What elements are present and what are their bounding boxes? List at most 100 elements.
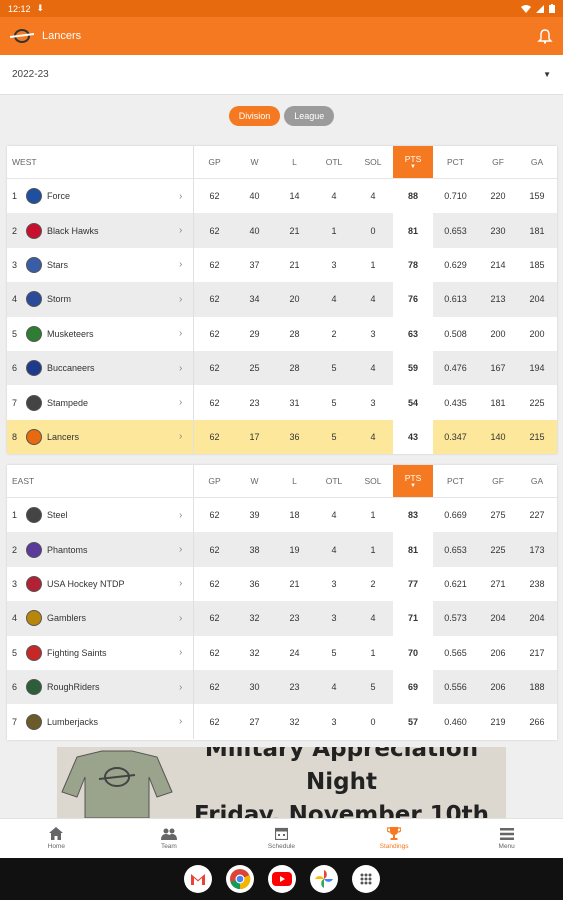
stat-w: 23	[249, 397, 260, 408]
chrome-app-icon[interactable]	[225, 865, 254, 893]
column-header-w[interactable]: W	[235, 146, 274, 178]
column-header-gp[interactable]: GP	[194, 146, 235, 178]
stat-pts: 83	[393, 498, 433, 533]
column-header-gf[interactable]: GF	[478, 146, 518, 178]
table-row[interactable]: 7 Stampede › 62 23 31 5 3 54 0.435 181 225	[7, 385, 557, 420]
stat-pts: 57	[393, 704, 433, 739]
nav-home-label: Home	[47, 843, 65, 850]
nav-standings[interactable]: Standings	[338, 819, 451, 858]
stat-l: 31	[289, 397, 300, 408]
stat-gf: 275	[490, 510, 506, 521]
home-icon	[49, 827, 64, 840]
column-header-gp[interactable]: GP	[194, 465, 235, 497]
column-header-otl[interactable]: OTL	[315, 465, 353, 497]
chevron-right-icon: ›	[179, 431, 183, 443]
table-row[interactable]: 5 Fighting Saints › 62 32 24 5 1 70 0.565 206 217	[7, 635, 557, 670]
promo-banner[interactable]: Military Appreciation Night Friday, Nove…	[57, 747, 506, 818]
column-header-pts[interactable]: PTS ▼	[393, 465, 433, 497]
stat-gp: 62	[209, 225, 220, 236]
stat-gp: 62	[209, 682, 220, 693]
table-row[interactable]: 6 RoughRiders › 62 30 23 4 5 69 0.556 206 188	[7, 669, 557, 705]
stat-gp: 62	[209, 328, 220, 339]
table-row[interactable]: 7 Lumberjacks › 62 27 32 3 0 57 0.460 219 266	[7, 704, 557, 739]
nav-team[interactable]: Team	[113, 819, 226, 858]
stat-gp: 62	[209, 397, 220, 408]
table-row[interactable]: 1 Steel › 62 39 18 4 1 83 0.669 275 227	[7, 498, 557, 533]
stat-gf: 167	[490, 363, 506, 374]
table-row[interactable]: 4 Gamblers › 62 32 23 3 4 71 0.573 204 204	[7, 601, 557, 636]
team-rank: 6	[12, 363, 18, 374]
column-header-gf[interactable]: GF	[478, 465, 518, 497]
season-select[interactable]: 2022-23 ▼	[0, 55, 563, 95]
column-header-otl[interactable]: OTL	[315, 146, 353, 178]
chevron-right-icon: ›	[179, 544, 183, 556]
nav-home[interactable]: Home	[0, 819, 113, 858]
app-drawer-icon[interactable]	[351, 865, 380, 893]
column-header-ga[interactable]: GA	[518, 465, 556, 497]
league-toggle-button[interactable]: League	[284, 106, 335, 126]
nav-schedule[interactable]: Schedule	[225, 819, 338, 858]
table-row[interactable]: 4 Storm › 62 34 20 4 4 76 0.613 213 204	[7, 282, 557, 317]
youtube-app-icon[interactable]	[267, 865, 296, 893]
division-toggle-button[interactable]: Division	[228, 106, 281, 126]
team-logo-icon	[26, 610, 42, 627]
stat-sol: 3	[370, 397, 376, 408]
column-header-pts[interactable]: PTS ▼	[393, 146, 433, 178]
column-header-sol[interactable]: SOL	[353, 465, 393, 497]
stat-gf: 213	[490, 294, 506, 305]
stat-w: 32	[249, 647, 260, 658]
column-header-pct[interactable]: PCT	[433, 465, 478, 497]
stat-gf: 206	[490, 682, 506, 693]
table-row[interactable]: 2 Black Hawks › 62 40 21 1 0 81 0.653 230 181	[7, 213, 557, 248]
stat-pct: 0.629	[444, 259, 467, 270]
menu-icon	[499, 827, 514, 840]
column-header-pct[interactable]: PCT	[433, 146, 478, 178]
stat-ga: 204	[529, 613, 545, 624]
table-row[interactable]: 3 USA Hockey NTDP › 62 36 21 3 2 77 0.621 271 238	[7, 566, 557, 602]
table-row[interactable]: 5 Musketeers › 62 29 28 2 3 63 0.508 200 200	[7, 316, 557, 351]
nav-team-label: Team	[160, 842, 177, 850]
stat-pts: 70	[393, 635, 433, 670]
team-logo-icon	[26, 541, 42, 558]
team-name: Musketeers	[47, 328, 94, 339]
team-rank: 7	[12, 397, 18, 408]
stat-otl: 4	[331, 294, 337, 305]
column-header-w[interactable]: W	[235, 465, 274, 497]
stat-otl: 4	[331, 510, 337, 521]
chevron-right-icon: ›	[179, 328, 183, 340]
gmail-app-icon[interactable]	[183, 865, 212, 893]
stat-otl: 3	[331, 613, 337, 624]
table-row[interactable]: 6 Buccaneers › 62 25 28 5 4 59 0.476 167 194	[7, 350, 557, 386]
stat-sol: 0	[370, 225, 376, 236]
column-header-ga[interactable]: GA	[518, 146, 556, 178]
team-rank: 3	[12, 259, 18, 270]
photos-app-icon[interactable]	[309, 865, 338, 893]
chevron-right-icon: ›	[179, 681, 183, 693]
stat-ga: 266	[529, 716, 545, 727]
battery-icon	[549, 4, 555, 13]
column-header-l[interactable]: L	[274, 465, 315, 497]
table-row[interactable]: 3 Stars › 62 37 21 3 1 78 0.629 214 185	[7, 247, 557, 283]
column-header-sol[interactable]: SOL	[353, 146, 393, 178]
table-row[interactable]: 2 Phantoms › 62 38 19 4 1 81 0.653 225 173	[7, 532, 557, 567]
stat-ga: 185	[529, 259, 545, 270]
stat-pct: 0.476	[444, 363, 467, 374]
chevron-right-icon: ›	[179, 259, 183, 271]
stat-l: 23	[289, 613, 300, 624]
stat-gp: 62	[209, 578, 220, 589]
stat-gf: 140	[490, 431, 506, 442]
stat-pts: 71	[393, 601, 433, 636]
table-row[interactable]: 8 Lancers › 62 17 36 5 4 43 0.347 140 215	[7, 419, 557, 455]
sort-down-icon: ▼	[410, 483, 416, 489]
column-header-l[interactable]: L	[274, 146, 315, 178]
nav-menu[interactable]: Menu	[450, 819, 563, 858]
stat-l: 21	[289, 225, 300, 236]
team-rank: 3	[12, 578, 18, 589]
stat-l: 14	[289, 191, 300, 202]
table-row[interactable]: 1 Force › 62 40 14 4 4 88 0.710 220 159	[7, 179, 557, 214]
east-standings-table: EAST GP W L OTL SOL PTS ▼ PCT GF GA 1 Steel › 62 39 18 4 1…	[7, 465, 557, 740]
stat-pct: 0.573	[444, 613, 467, 624]
bell-icon[interactable]	[537, 28, 553, 44]
stat-otl: 4	[331, 544, 337, 555]
team-logo-icon	[26, 394, 42, 411]
